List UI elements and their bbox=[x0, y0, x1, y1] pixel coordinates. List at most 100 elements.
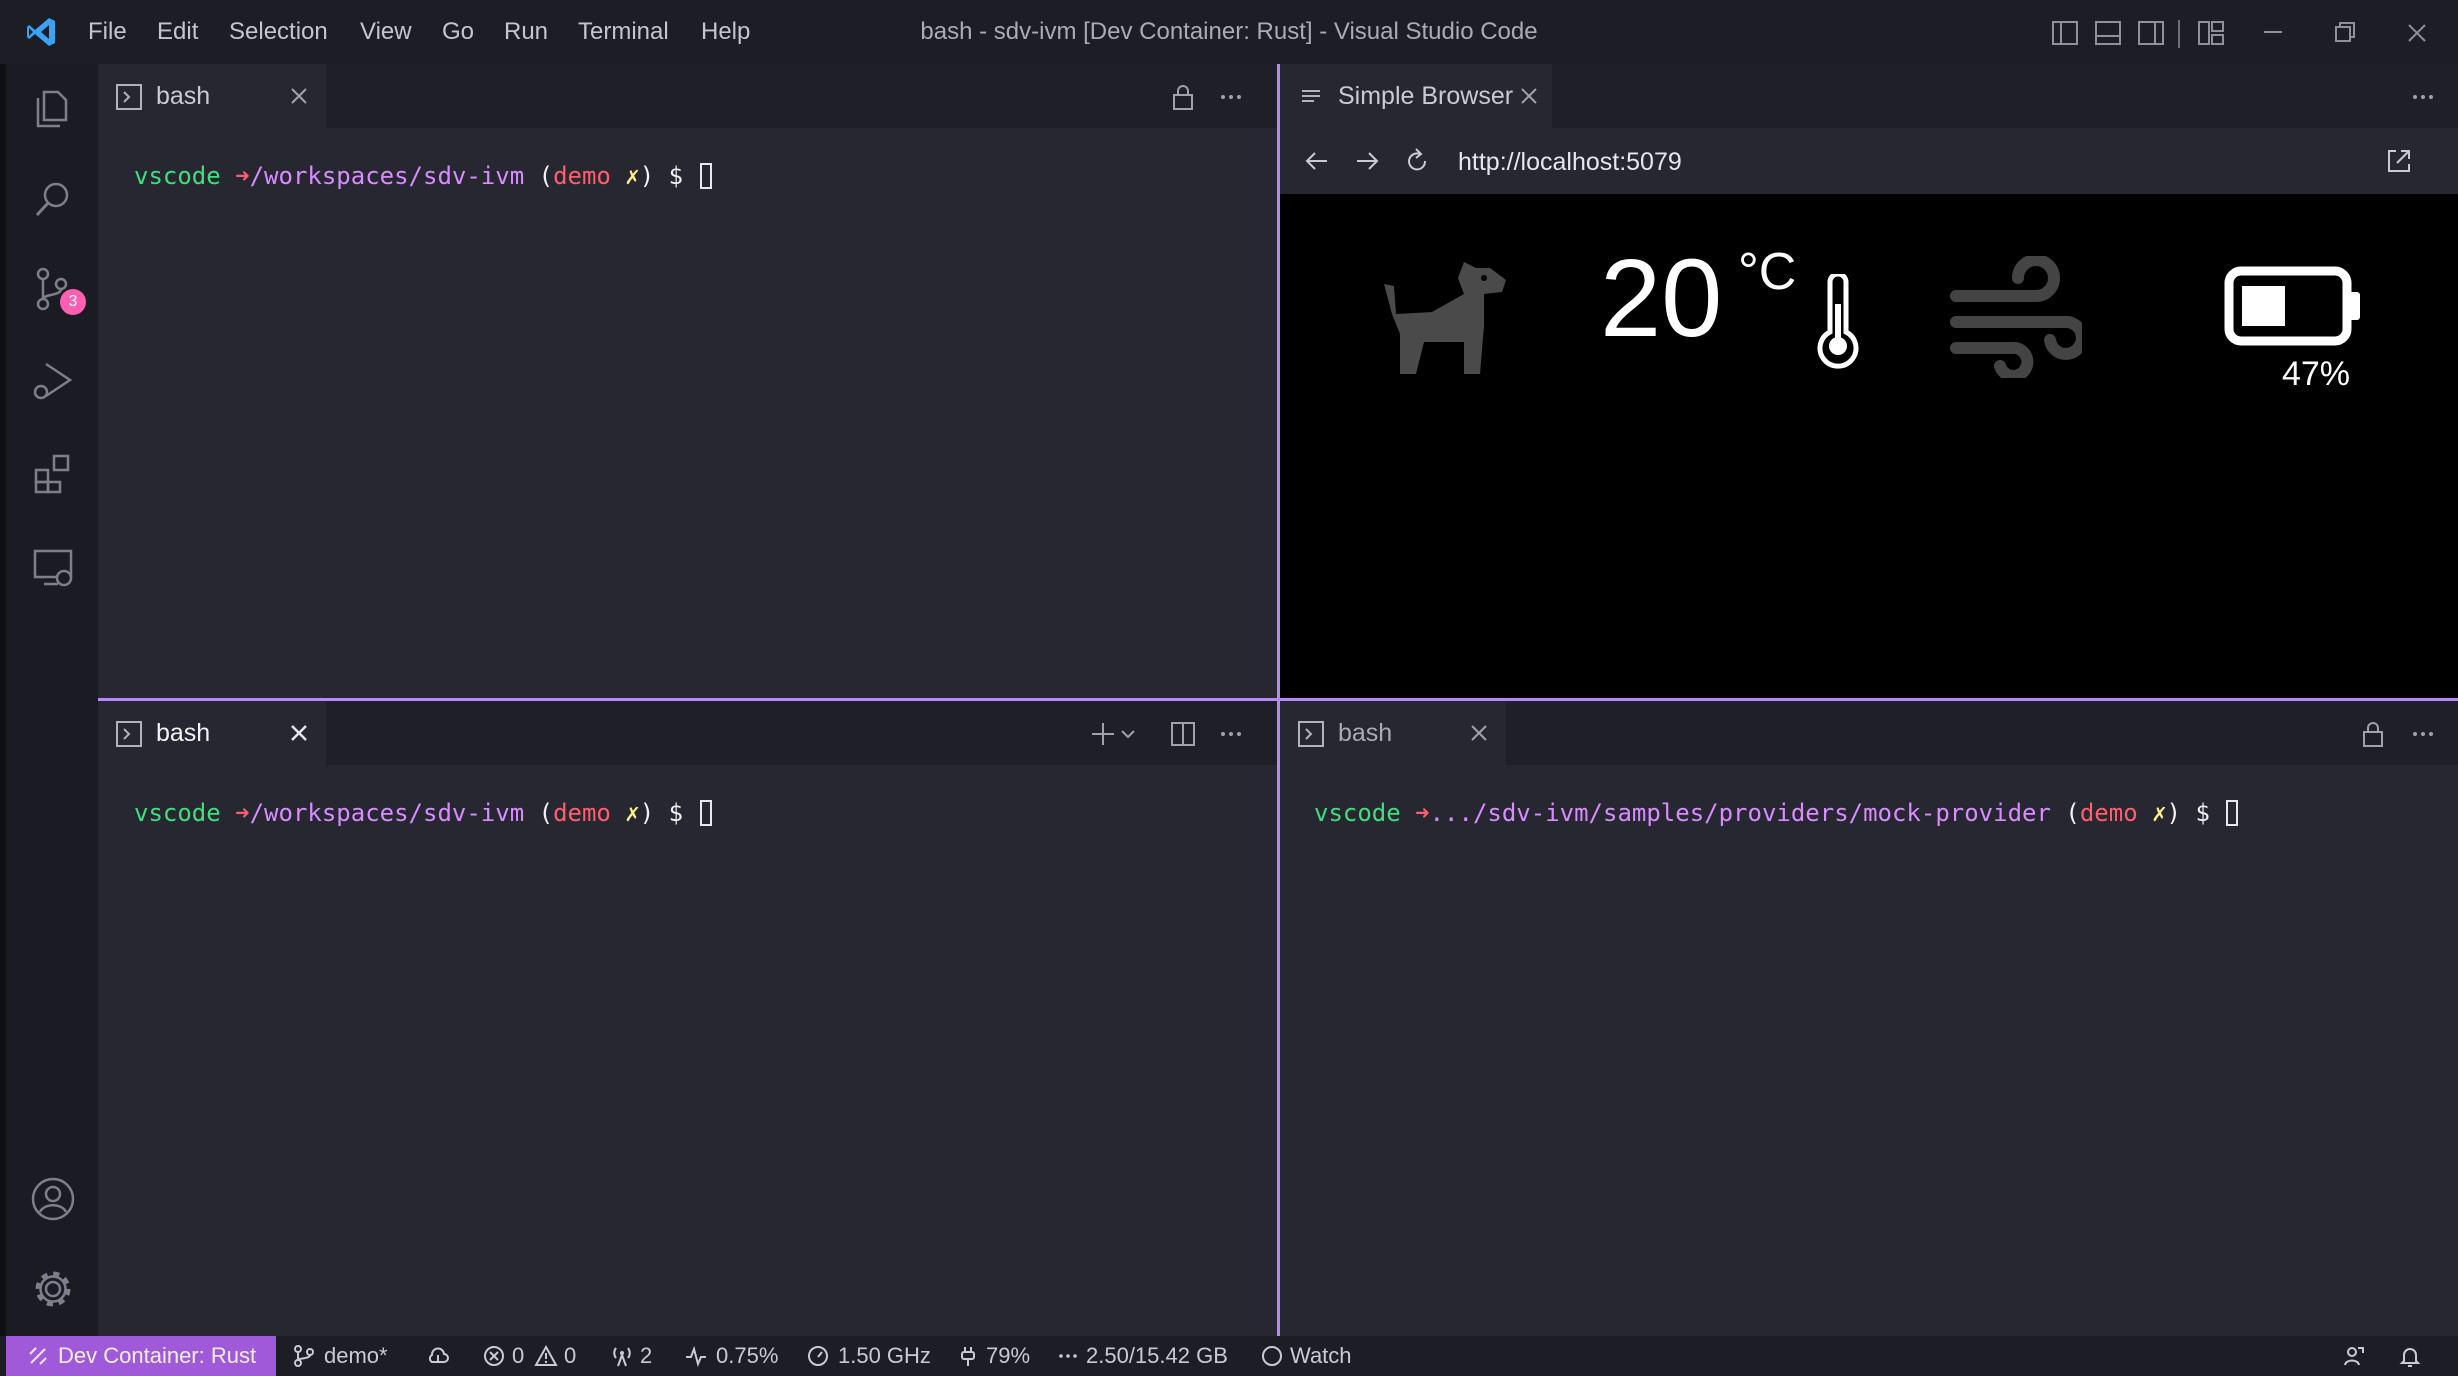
explorer-icon[interactable] bbox=[28, 82, 78, 132]
prompt-dirty-mark: ✗ bbox=[2137, 799, 2167, 827]
prompt-close-paren: ) bbox=[639, 799, 655, 827]
menu-run[interactable]: Run bbox=[504, 17, 548, 47]
ports-count[interactable]: 2 bbox=[640, 1341, 652, 1371]
toggle-secondary-sidebar-icon[interactable] bbox=[2136, 18, 2166, 48]
prompt-arrow: ➜ bbox=[235, 162, 250, 190]
scm-count-badge: 3 bbox=[60, 289, 86, 315]
remote-indicator-button[interactable]: Dev Container: Rust bbox=[6, 1336, 276, 1376]
simple-browser-tab[interactable]: Simple Browser bbox=[1280, 64, 1552, 128]
terminal-prompt[interactable]: vscode ➜/workspaces/sdv-ivm (demo ✗) $ bbox=[134, 797, 712, 829]
close-window-icon[interactable] bbox=[2402, 18, 2432, 48]
dog-icon bbox=[1384, 262, 1506, 374]
browser-tabbar: Simple Browser bbox=[1280, 64, 2458, 128]
menu-terminal[interactable]: Terminal bbox=[578, 17, 669, 47]
close-icon[interactable] bbox=[1466, 720, 1492, 746]
prompt-path: .../sdv-ivm/samples/providers/mock-provi… bbox=[1429, 799, 2051, 827]
sync-cloud-icon[interactable] bbox=[426, 1344, 450, 1368]
memory-usage[interactable]: 2.50/15.42 GB bbox=[1086, 1341, 1228, 1371]
terminal-prompt[interactable]: vscode ➜.../sdv-ivm/samples/providers/mo… bbox=[1314, 797, 2239, 829]
feedback-icon[interactable] bbox=[2342, 1344, 2366, 1368]
prompt-open-paren: ( bbox=[524, 162, 554, 190]
terminal-tab-label: bash bbox=[156, 82, 211, 110]
run-debug-icon[interactable] bbox=[28, 356, 78, 406]
terminal-panel-bottom-left: bash vscode ➜/workspaces/sdv-ivm (demo ✗… bbox=[98, 701, 1277, 1336]
terminal-tab-label: bash bbox=[156, 719, 211, 747]
prompt-branch: demo bbox=[553, 799, 611, 827]
temperature-value: 20 bbox=[1600, 237, 1723, 360]
settings-gear-icon[interactable] bbox=[28, 1264, 78, 1314]
new-terminal-plus-icon[interactable] bbox=[1088, 719, 1118, 749]
prompt-arrow: ➜ bbox=[1415, 799, 1430, 827]
terminal-tab[interactable]: bash bbox=[98, 701, 326, 765]
menu-view[interactable]: View bbox=[360, 17, 412, 47]
accounts-icon[interactable] bbox=[28, 1174, 78, 1224]
prompt-close-paren: ) bbox=[639, 162, 655, 190]
search-icon[interactable] bbox=[28, 174, 78, 224]
terminal-cursor bbox=[2226, 800, 2239, 826]
terminal-tab-label: bash bbox=[1338, 719, 1393, 747]
reload-icon[interactable] bbox=[1402, 146, 1432, 176]
split-terminal-icon[interactable] bbox=[1168, 719, 1198, 749]
extensions-icon[interactable] bbox=[28, 448, 78, 498]
toggle-primary-sidebar-icon[interactable] bbox=[2050, 18, 2080, 48]
terminal-prompt[interactable]: vscode ➜/workspaces/sdv-ivm (demo ✗) $ bbox=[134, 160, 712, 192]
terminal-icon bbox=[1298, 721, 1324, 747]
open-external-icon[interactable] bbox=[2384, 146, 2414, 176]
remote-label: Dev Container: Rust bbox=[58, 1343, 257, 1368]
more-actions-icon[interactable] bbox=[1216, 719, 1246, 749]
forward-arrow-icon[interactable] bbox=[1352, 146, 1382, 176]
close-icon[interactable] bbox=[286, 720, 312, 746]
preview-icon bbox=[1302, 90, 1320, 102]
vscode-logo-icon[interactable] bbox=[24, 15, 58, 49]
browser-viewport[interactable]: 20 °C 47% bbox=[1280, 194, 2458, 698]
terminal-icon bbox=[116, 84, 142, 110]
close-icon[interactable] bbox=[286, 83, 312, 109]
more-actions-icon[interactable] bbox=[1216, 82, 1246, 112]
minimize-icon[interactable] bbox=[2258, 18, 2288, 48]
cpu-frequency[interactable]: 1.50 GHz bbox=[838, 1341, 931, 1371]
menu-selection[interactable]: Selection bbox=[229, 17, 328, 47]
browser-navigation-bar: http://localhost:5079 bbox=[1280, 128, 2458, 194]
warning-count[interactable]: 0 bbox=[564, 1341, 576, 1371]
chevron-down-icon[interactable] bbox=[1118, 719, 1138, 749]
cpu-usage[interactable]: 0.75% bbox=[716, 1341, 778, 1371]
terminal-tab[interactable]: bash bbox=[1280, 701, 1506, 765]
restore-icon[interactable] bbox=[2330, 18, 2360, 48]
simple-browser-panel: Simple Browser http://localhost:5079 20 … bbox=[1280, 64, 2458, 698]
menu-go[interactable]: Go bbox=[442, 17, 474, 47]
warning-icon bbox=[534, 1344, 558, 1366]
power-plug-icon bbox=[961, 1347, 975, 1366]
back-arrow-icon[interactable] bbox=[1302, 146, 1332, 176]
lock-icon[interactable] bbox=[2358, 719, 2388, 749]
title-separator bbox=[2178, 20, 2180, 48]
notifications-bell-icon[interactable] bbox=[2398, 1344, 2422, 1368]
horizontal-sash[interactable] bbox=[98, 698, 2458, 701]
prompt-dollar: $ bbox=[654, 162, 698, 190]
error-icon bbox=[484, 1346, 504, 1366]
error-count[interactable]: 0 bbox=[512, 1341, 524, 1371]
close-icon[interactable] bbox=[1516, 83, 1542, 109]
menu-help[interactable]: Help bbox=[701, 17, 750, 47]
more-actions-icon[interactable] bbox=[2408, 719, 2438, 749]
prompt-dirty-mark: ✗ bbox=[610, 162, 640, 190]
prompt-dollar: $ bbox=[2181, 799, 2225, 827]
customize-layout-icon[interactable] bbox=[2196, 18, 2226, 48]
speedometer-icon bbox=[808, 1346, 828, 1366]
menu-edit[interactable]: Edit bbox=[157, 17, 198, 47]
toggle-panel-icon[interactable] bbox=[2093, 18, 2123, 48]
branch-status[interactable]: demo* bbox=[324, 1341, 388, 1371]
prompt-user: vscode bbox=[1314, 799, 1401, 827]
watch-button[interactable]: Watch bbox=[1290, 1341, 1352, 1371]
battery-status[interactable]: 79% bbox=[986, 1341, 1030, 1371]
terminal-tab[interactable]: bash bbox=[98, 64, 326, 128]
menu-file[interactable]: File bbox=[88, 17, 127, 47]
url-field[interactable]: http://localhost:5079 bbox=[1458, 147, 1682, 177]
lock-icon[interactable] bbox=[1168, 82, 1198, 112]
terminal-tabbar: bash bbox=[98, 701, 1277, 765]
battery-fill bbox=[2242, 286, 2285, 326]
more-actions-icon[interactable] bbox=[2408, 82, 2438, 112]
remote-icon bbox=[29, 1347, 47, 1365]
remote-explorer-icon[interactable] bbox=[28, 542, 78, 592]
terminal-panel-bottom-right: bash vscode ➜.../sdv-ivm/samples/provide… bbox=[1280, 701, 2458, 1336]
prompt-open-paren: ( bbox=[524, 799, 554, 827]
